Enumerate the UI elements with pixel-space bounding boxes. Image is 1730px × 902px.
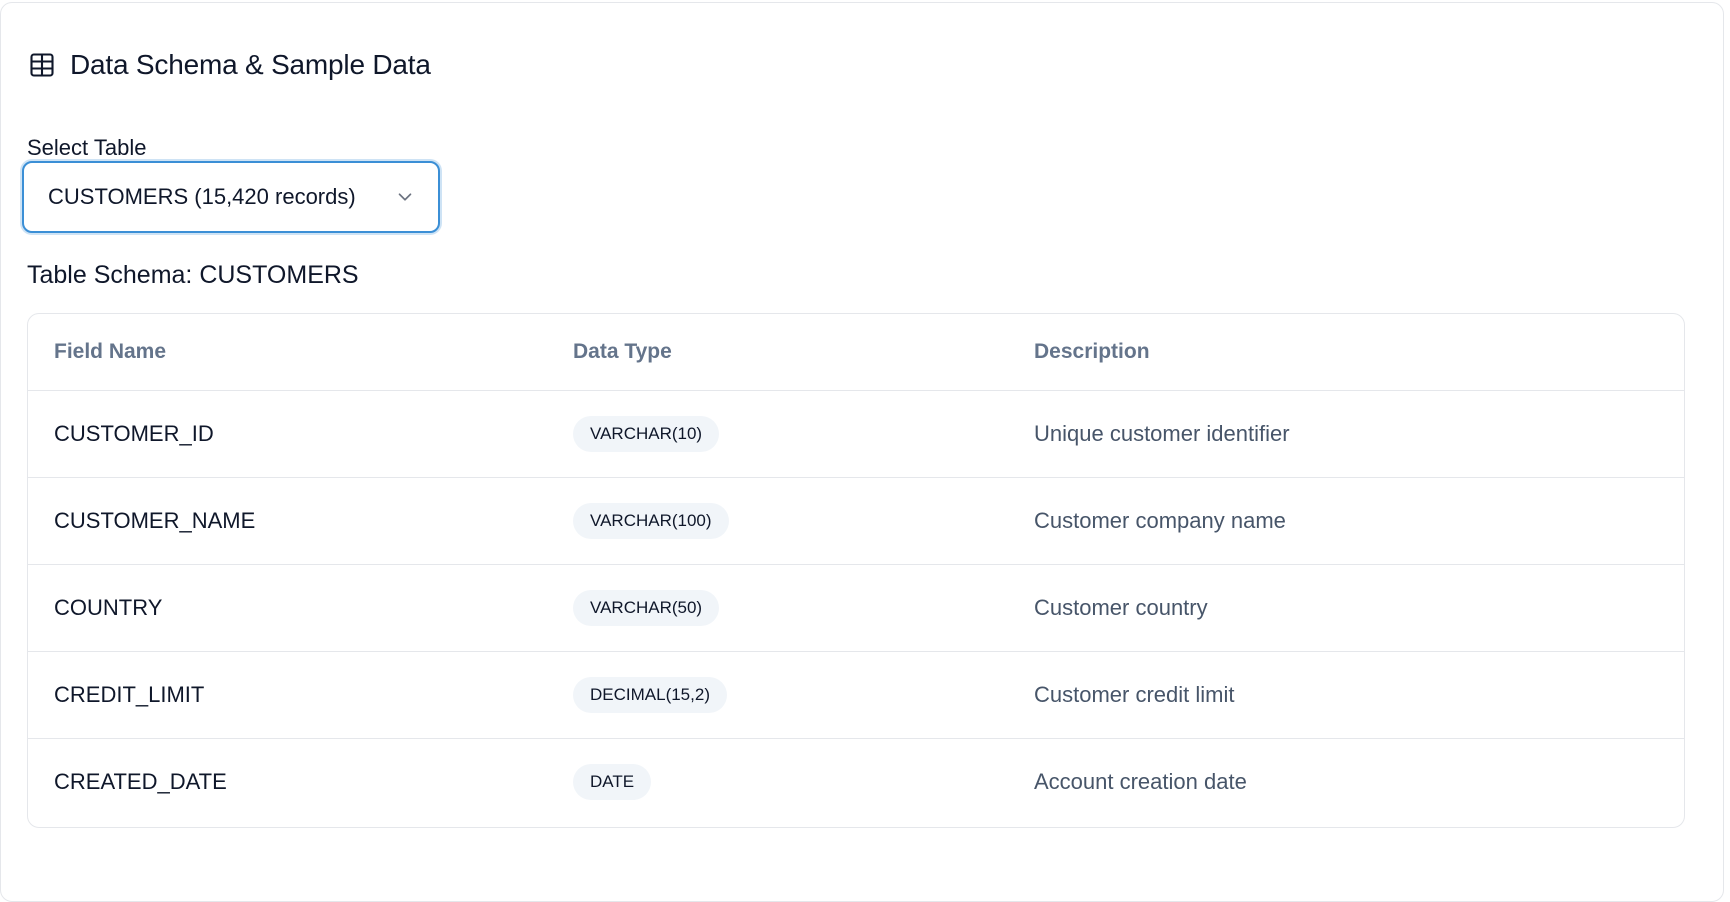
table-select-dropdown[interactable]: CUSTOMERS (15,420 records) bbox=[22, 161, 440, 233]
field-name: CREDIT_LIMIT bbox=[54, 682, 205, 707]
table-row: CREDIT_LIMIT DECIMAL(15,2) Customer cred… bbox=[28, 651, 1684, 739]
data-type-badge: VARCHAR(50) bbox=[573, 590, 720, 626]
table-row: COUNTRY VARCHAR(50) Customer country bbox=[28, 564, 1684, 652]
column-header-description: Description bbox=[1008, 314, 1684, 391]
table-row: CUSTOMER_ID VARCHAR(10) Unique customer … bbox=[28, 390, 1684, 478]
page-title: Data Schema & Sample Data bbox=[70, 49, 431, 80]
field-name: CREATED_DATE bbox=[54, 769, 227, 794]
schema-table: Field Name Data Type Description CUSTOME… bbox=[27, 313, 1685, 828]
table-row: CUSTOMER_NAME VARCHAR(100) Customer comp… bbox=[28, 477, 1684, 565]
field-description: Unique customer identifier bbox=[1034, 421, 1290, 446]
data-type-badge: DECIMAL(15,2) bbox=[573, 677, 727, 713]
table-header-row: Field Name Data Type Description bbox=[28, 314, 1684, 391]
data-type-badge: VARCHAR(10) bbox=[573, 416, 720, 452]
data-type-badge: VARCHAR(100) bbox=[573, 503, 729, 539]
card-header: Data Schema & Sample Data bbox=[28, 49, 431, 81]
schema-title: Table Schema: CUSTOMERS bbox=[27, 261, 359, 289]
table-row: CREATED_DATE DATE Account creation date bbox=[28, 739, 1684, 826]
column-header-field-name: Field Name bbox=[28, 314, 547, 391]
select-table-label: Select Table bbox=[27, 135, 147, 160]
table-icon bbox=[28, 51, 56, 79]
select-value: CUSTOMERS (15,420 records) bbox=[48, 184, 356, 209]
field-description: Account creation date bbox=[1034, 769, 1247, 794]
chevron-down-icon bbox=[394, 186, 416, 208]
field-description: Customer country bbox=[1034, 595, 1208, 620]
field-name: COUNTRY bbox=[54, 595, 163, 620]
data-type-badge: DATE bbox=[573, 764, 652, 800]
field-description: Customer company name bbox=[1034, 508, 1286, 533]
field-name: CUSTOMER_ID bbox=[54, 421, 214, 446]
schema-card: Data Schema & Sample Data Select Table C… bbox=[0, 2, 1724, 902]
field-description: Customer credit limit bbox=[1034, 682, 1235, 707]
field-name: CUSTOMER_NAME bbox=[54, 508, 256, 533]
column-header-data-type: Data Type bbox=[547, 314, 1008, 391]
